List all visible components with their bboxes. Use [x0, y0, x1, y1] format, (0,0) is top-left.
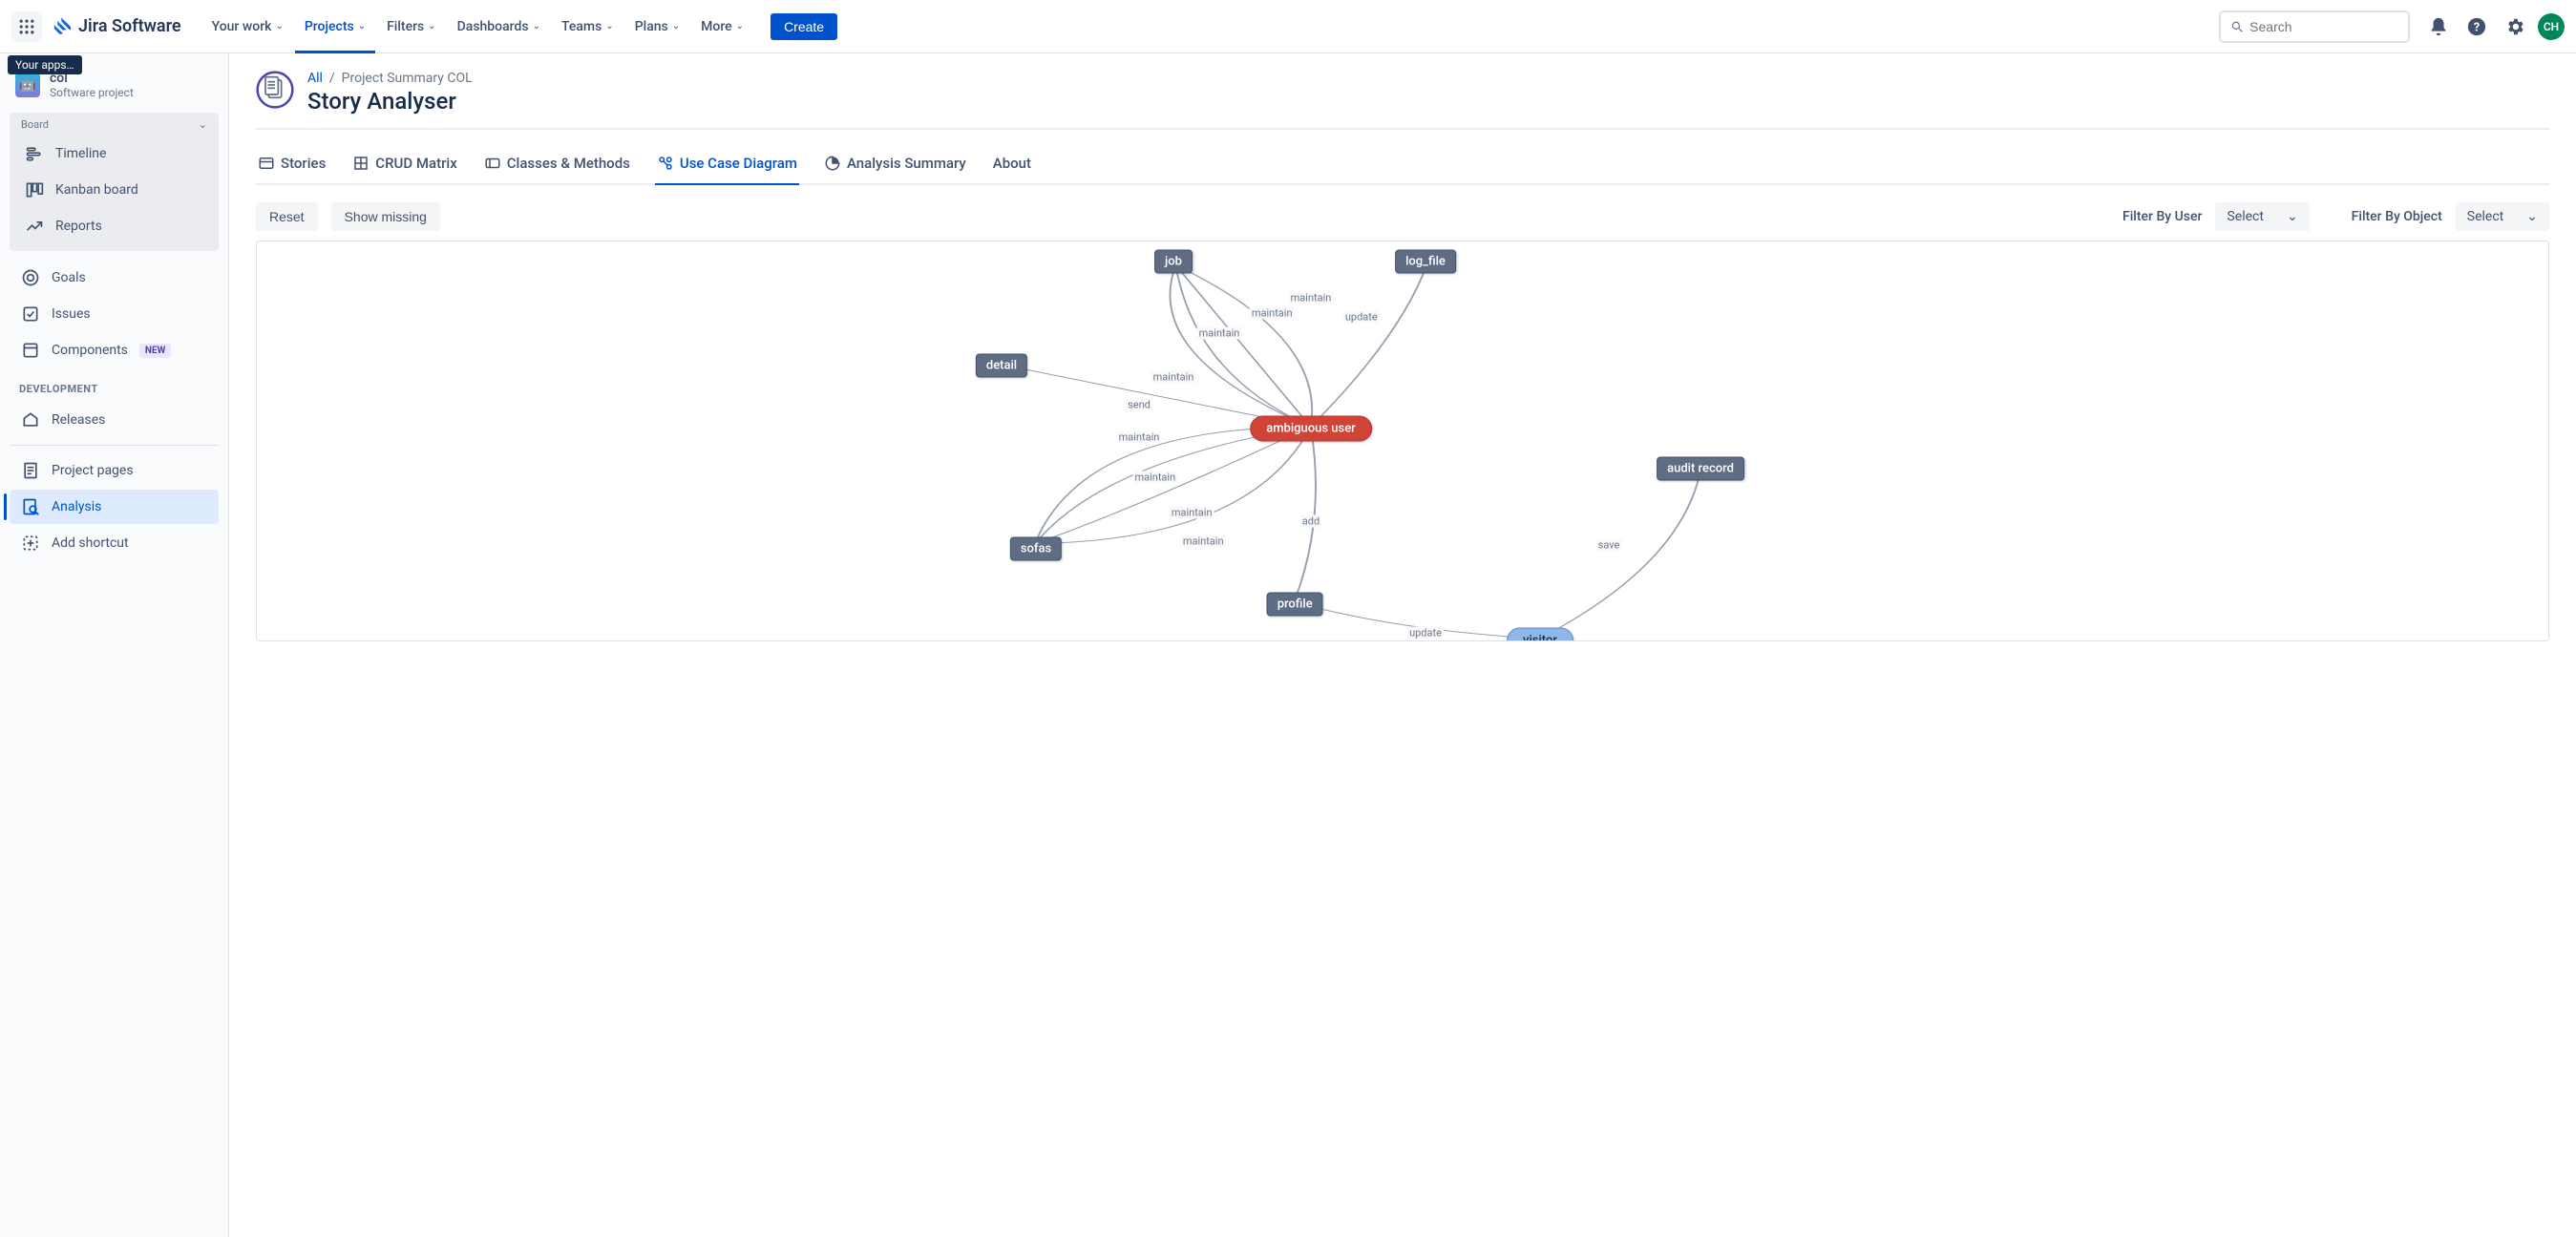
user-avatar[interactable]: CH: [2538, 13, 2565, 40]
sidebar-item-issues[interactable]: Issues: [10, 297, 219, 331]
filter-user-select[interactable]: Select⌄: [2215, 202, 2309, 231]
tab-stories[interactable]: Stories: [256, 147, 327, 183]
edge-label: maintain: [1197, 327, 1242, 340]
nav-projects[interactable]: Projects⌄: [295, 11, 375, 42]
diagram-node-profile[interactable]: profile: [1267, 593, 1323, 617]
tab-crud-matrix[interactable]: CRUD Matrix: [350, 147, 458, 183]
jira-logo[interactable]: Jira Software: [52, 16, 181, 37]
tab-use-case-diagram[interactable]: Use Case Diagram: [655, 147, 799, 183]
tab-classes-methods[interactable]: Classes & Methods: [482, 147, 632, 183]
sidebar: 🤖 col Software project Board⌄ TimelineKa…: [0, 53, 229, 1237]
diagram-node-audit[interactable]: audit record: [1657, 457, 1744, 481]
edge-label: maintain: [1117, 430, 1162, 443]
nav-dashboards[interactable]: Dashboards⌄: [448, 11, 550, 42]
filter-object-select[interactable]: Select⌄: [2456, 202, 2549, 231]
edge-label: maintain: [1151, 371, 1196, 384]
diagram-node-sofas[interactable]: sofas: [1010, 536, 1062, 560]
edge-label: maintain: [1170, 507, 1214, 519]
create-button[interactable]: Create: [771, 13, 837, 40]
sidebar-item-project-pages[interactable]: Project pages: [10, 453, 219, 488]
sidebar-item-releases[interactable]: Releases: [10, 403, 219, 437]
chevron-down-icon[interactable]: ⌄: [199, 118, 207, 131]
breadcrumb: All / Project Summary COL: [307, 71, 473, 86]
edge-label: maintain: [1181, 535, 1226, 547]
sidebar-item-components[interactable]: ComponentsNEW: [10, 333, 219, 367]
board-label: Board: [21, 118, 49, 131]
diagram-node-ambiguous[interactable]: ambiguous user: [1250, 416, 1372, 442]
sidebar-item-timeline[interactable]: Timeline: [13, 136, 215, 171]
nav-teams[interactable]: Teams⌄: [552, 11, 623, 42]
breadcrumb-all[interactable]: All: [307, 71, 323, 86]
top-navigation: Jira Software Your work⌄Projects⌄Filters…: [0, 0, 2576, 53]
sidebar-item-add-shortcut[interactable]: Add shortcut: [10, 526, 219, 560]
edge-label: update: [1343, 311, 1380, 324]
logo-text: Jira Software: [78, 16, 181, 36]
nav-your-work[interactable]: Your work⌄: [202, 11, 293, 42]
notifications-icon[interactable]: [2423, 11, 2454, 42]
project-type: Software project: [50, 86, 134, 99]
development-heading: DEVELOPMENT: [6, 369, 222, 401]
sidebar-item-kanban-board[interactable]: Kanban board: [13, 173, 215, 207]
reset-button[interactable]: Reset: [256, 202, 318, 231]
edge-label: send: [1126, 399, 1152, 411]
nav-more[interactable]: More⌄: [691, 11, 753, 42]
edge-label: maintain: [1132, 471, 1177, 483]
tab-analysis-summary[interactable]: Analysis Summary: [822, 147, 968, 183]
main-content: All / Project Summary COL Story Analyser…: [229, 53, 2576, 1237]
chevron-down-icon: ⌄: [2287, 209, 2298, 224]
show-missing-button[interactable]: Show missing: [331, 202, 440, 231]
nav-links: Your work⌄Projects⌄Filters⌄Dashboards⌄Te…: [202, 0, 753, 53]
edge-label: maintain: [1250, 307, 1295, 320]
diagram-node-job[interactable]: job: [1154, 249, 1193, 273]
diagram-node-log_file[interactable]: log_file: [1395, 249, 1456, 273]
svg-text:?: ?: [2474, 20, 2480, 34]
chevron-down-icon: ⌄: [2526, 209, 2538, 224]
project-icon: 🤖: [15, 73, 40, 97]
edge-label: update: [1407, 626, 1444, 639]
page-title: Story Analyser: [307, 88, 473, 115]
nav-filters[interactable]: Filters⌄: [377, 11, 446, 42]
diagram-canvas[interactable]: maintain maintain maintain maintain update se…: [256, 241, 2549, 641]
filter-object-label: Filter By Object: [2352, 209, 2442, 224]
edge-label: maintain: [1289, 291, 1334, 304]
settings-icon[interactable]: [2500, 11, 2530, 42]
sidebar-item-reports[interactable]: Reports: [13, 209, 215, 243]
nav-plans[interactable]: Plans⌄: [625, 11, 689, 42]
edge-label: add: [1300, 514, 1321, 527]
breadcrumb-project: Project Summary COL: [342, 71, 473, 86]
edge-label: save: [1596, 538, 1622, 551]
app-icon: [256, 71, 294, 109]
search-icon: [2230, 19, 2244, 34]
help-icon[interactable]: ?: [2461, 11, 2492, 42]
search-box[interactable]: [2219, 10, 2410, 43]
tabs: Stories CRUD Matrix Classes & Methods Use C…: [256, 147, 2549, 185]
sidebar-item-analysis[interactable]: Analysis: [10, 490, 219, 524]
sidebar-item-goals[interactable]: Goals: [10, 261, 219, 295]
filter-user-label: Filter By User: [2122, 209, 2202, 224]
app-switcher-icon[interactable]: [11, 11, 42, 42]
diagram-node-visitor[interactable]: visitor: [1507, 628, 1573, 642]
diagram-node-detail[interactable]: detail: [976, 353, 1027, 377]
tooltip: Your apps…: [8, 55, 82, 74]
search-input[interactable]: [2249, 19, 2398, 34]
tab-about[interactable]: About: [991, 147, 1033, 183]
